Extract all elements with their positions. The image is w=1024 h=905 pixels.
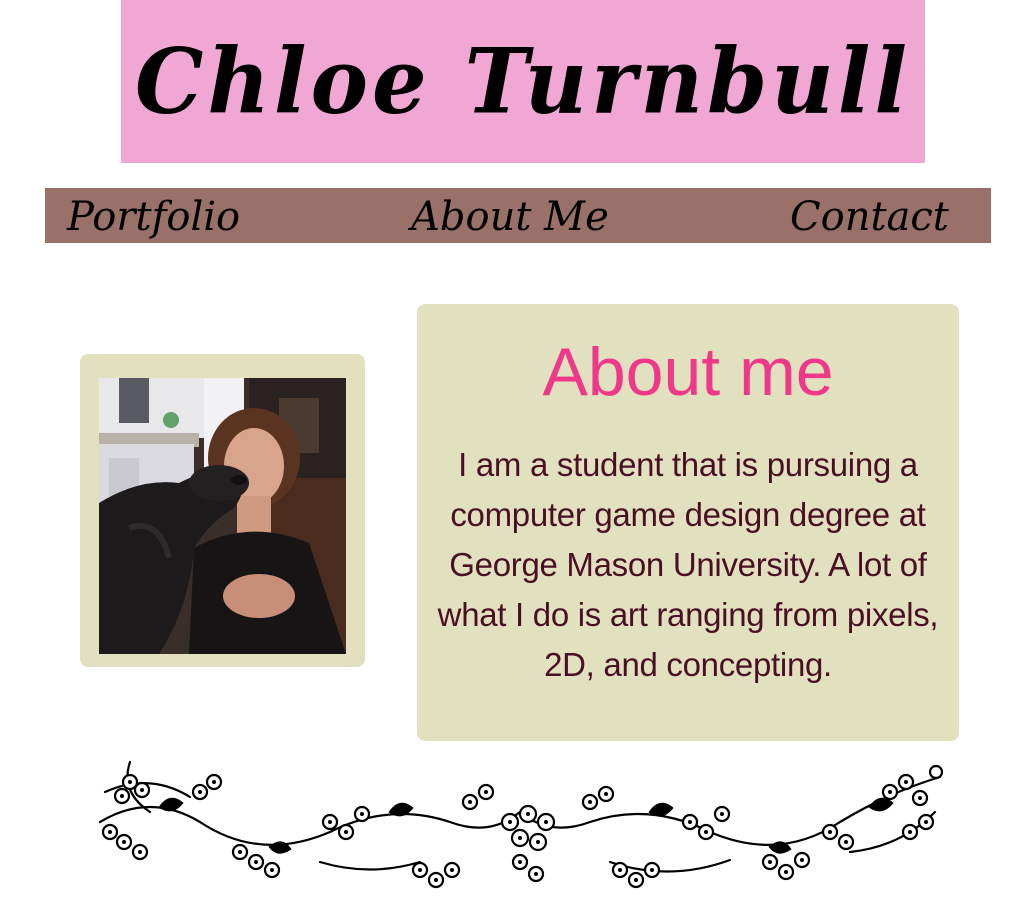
nav-link-about-me[interactable]: About Me (411, 193, 609, 241)
nav-link-portfolio[interactable]: Portfolio (67, 193, 240, 241)
floral-flourish (90, 752, 950, 900)
profile-photo-card (80, 354, 365, 667)
site-title: Chloe Turnbull (134, 28, 912, 135)
about-body-text: I am a student that is pursuing a comput… (437, 446, 939, 683)
nav-link-contact[interactable]: Contact (790, 193, 949, 241)
about-heading: About me (542, 334, 834, 410)
nav-bar: Portfolio About Me Contact (45, 188, 991, 243)
profile-photo (99, 378, 346, 654)
title-banner: Chloe Turnbull (121, 0, 925, 163)
about-card: About me I am a student that is pursuing… (417, 304, 959, 741)
